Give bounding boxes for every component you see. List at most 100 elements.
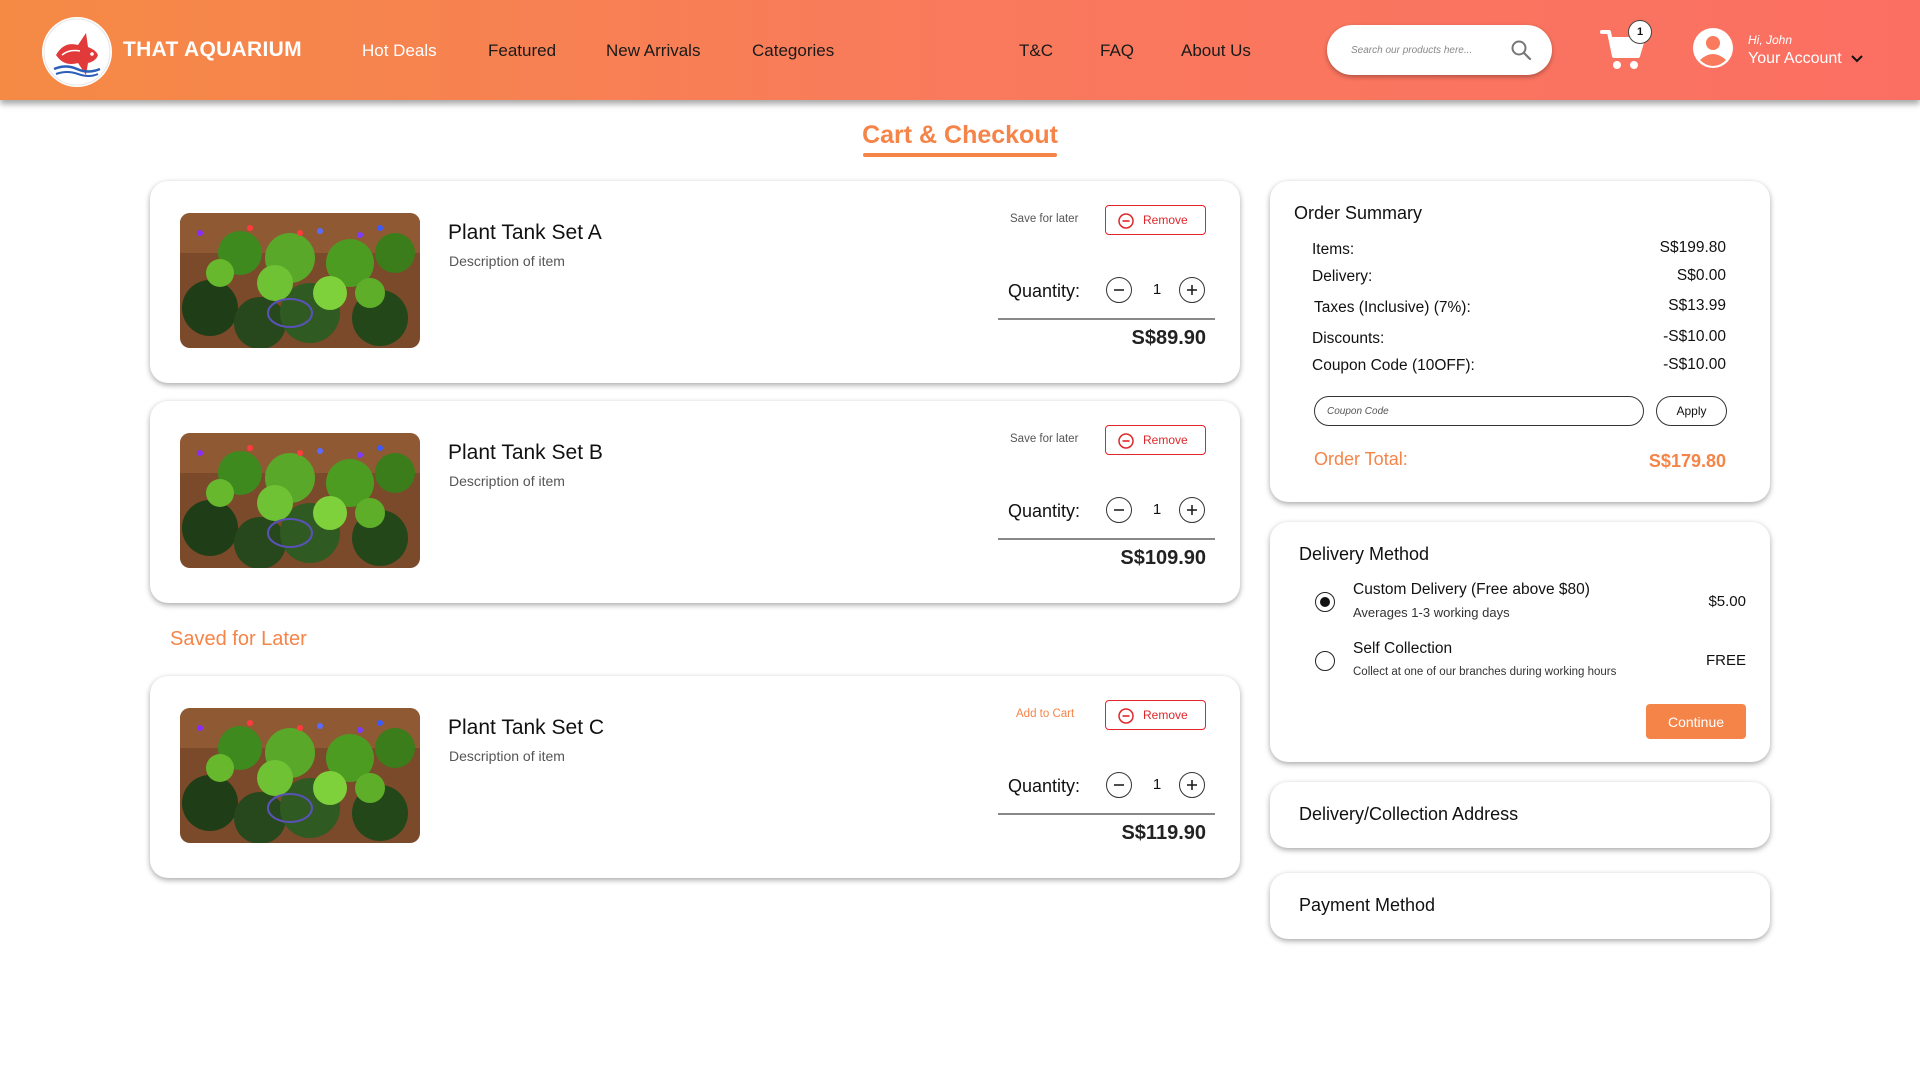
item-divider [998,538,1215,540]
summary-discounts-value: -S$10.00 [1663,328,1726,345]
product-image [180,433,420,568]
minus-icon [1114,784,1124,786]
save-for-later-link[interactable]: Save for later [1010,433,1078,445]
custom-delivery-radio[interactable] [1315,592,1335,612]
account-label[interactable]: Your Account [1748,50,1842,67]
quantity-decrease-button[interactable] [1106,772,1132,798]
quantity-increase-button[interactable] [1179,772,1205,798]
self-collection-sub: Collect at one of our branches during wo… [1353,666,1617,678]
delivery-method-card: Delivery Method Custom Delivery (Free ab… [1270,522,1770,762]
top-header: THAT AQUARIUM Hot Deals Featured New Arr… [0,0,1920,100]
greeting: Hi, John [1748,33,1793,47]
apply-coupon-button[interactable]: Apply [1656,396,1727,426]
self-collection-radio[interactable] [1315,651,1335,671]
remove-button[interactable]: Remove [1105,425,1206,455]
search-input[interactable] [1351,40,1501,60]
brand-name[interactable]: THAT AQUARIUM [123,38,302,62]
account-icon[interactable] [1692,27,1734,69]
payment-method-section[interactable]: Payment Method [1270,873,1770,939]
product-image [180,213,420,348]
saved-for-later-heading: Saved for Later [170,628,307,650]
quantity-increase-button[interactable] [1179,497,1205,523]
remove-label: Remove [1143,433,1188,447]
plus-icon [1187,505,1197,515]
item-divider [998,318,1215,320]
quantity-value: 1 [1152,281,1162,298]
item-price: S$119.90 [1121,822,1206,844]
nav-categories[interactable]: Categories [752,41,834,61]
add-to-cart-link[interactable]: Add to Cart [1016,708,1074,720]
search-bar [1327,25,1552,75]
item-description: Description of item [449,748,565,764]
self-collection-price: FREE [1705,652,1746,669]
order-summary-title: Order Summary [1294,203,1423,223]
coupon-code-input[interactable] [1314,396,1644,426]
nav-about-us[interactable]: About Us [1181,41,1251,61]
cart-count-badge: 1 [1628,20,1652,44]
payment-method-title: Payment Method [1299,895,1436,915]
order-summary-card: Order Summary Items: S$199.80 Delivery: … [1270,181,1770,502]
nav-featured[interactable]: Featured [488,41,556,61]
nav-hot-deals[interactable]: Hot Deals [362,41,437,61]
title-underline [863,153,1057,157]
remove-label: Remove [1143,708,1188,722]
summary-items-label: Items: [1312,241,1355,258]
continue-button[interactable]: Continue [1646,704,1746,739]
product-image [180,708,420,843]
summary-items-value: S$199.80 [1659,239,1726,256]
delivery-address-section[interactable]: Delivery/Collection Address [1270,782,1770,848]
minus-icon [1114,289,1124,291]
summary-taxes-label: Taxes (Inclusive) (7%): [1314,299,1471,316]
custom-delivery-sub: Averages 1-3 working days [1353,605,1510,620]
minus-circle-icon [1118,433,1134,449]
minus-circle-icon [1118,708,1134,724]
item-name: Plant Tank Set C [448,716,605,739]
quantity-value: 1 [1152,776,1162,793]
cart-item-card: Plant Tank Set A Description of item Sav… [150,181,1240,383]
delivery-address-title: Delivery/Collection Address [1299,804,1519,824]
account-menu[interactable]: Your Account [1748,50,1863,68]
search-icon[interactable] [1510,39,1532,61]
item-name: Plant Tank Set A [448,221,602,244]
quantity-label: Quantity: [1008,281,1081,301]
plus-icon [1187,285,1197,295]
item-name: Plant Tank Set B [448,441,603,464]
quantity-decrease-button[interactable] [1106,277,1132,303]
order-total-label: Order Total: [1314,449,1408,469]
quantity-label: Quantity: [1008,501,1081,521]
brand-logo[interactable] [42,17,112,87]
summary-discounts-label: Discounts: [1312,330,1385,347]
summary-delivery-value: S$0.00 [1676,267,1726,284]
custom-delivery-price: $5.00 [1708,593,1746,610]
self-collection-name[interactable]: Self Collection [1353,640,1452,658]
summary-delivery-label: Delivery: [1312,268,1373,285]
quantity-decrease-button[interactable] [1106,497,1132,523]
minus-icon [1114,509,1124,511]
chevron-down-icon[interactable] [1851,55,1863,63]
cart-item-card: Plant Tank Set B Description of item Sav… [150,401,1240,603]
summary-taxes-value: S$13.99 [1668,297,1726,314]
nav-terms[interactable]: T&C [1019,41,1053,61]
radio-selected-dot [1319,596,1330,607]
custom-delivery-name[interactable]: Custom Delivery (Free above $80) [1353,581,1590,599]
item-description: Description of item [449,473,565,489]
nav-faq[interactable]: FAQ [1100,41,1134,61]
item-price: S$89.90 [1131,327,1206,349]
quantity-value: 1 [1152,501,1162,518]
summary-coupon-value: -S$10.00 [1663,356,1726,373]
remove-label: Remove [1143,213,1188,227]
remove-button[interactable]: Remove [1105,700,1206,730]
quantity-increase-button[interactable] [1179,277,1205,303]
summary-coupon-label: Coupon Code (10OFF): [1312,357,1475,374]
plus-icon [1187,780,1197,790]
saved-item-card: Plant Tank Set C Description of item Add… [150,676,1240,878]
page-title: Cart & Checkout [862,121,1058,149]
nav-new-arrivals[interactable]: New Arrivals [606,41,700,61]
item-divider [998,813,1215,815]
remove-button[interactable]: Remove [1105,205,1206,235]
item-description: Description of item [449,253,565,269]
quantity-label: Quantity: [1008,776,1081,796]
delivery-method-title: Delivery Method [1299,544,1430,564]
save-for-later-link[interactable]: Save for later [1010,213,1078,225]
fish-logo-icon [43,18,111,86]
